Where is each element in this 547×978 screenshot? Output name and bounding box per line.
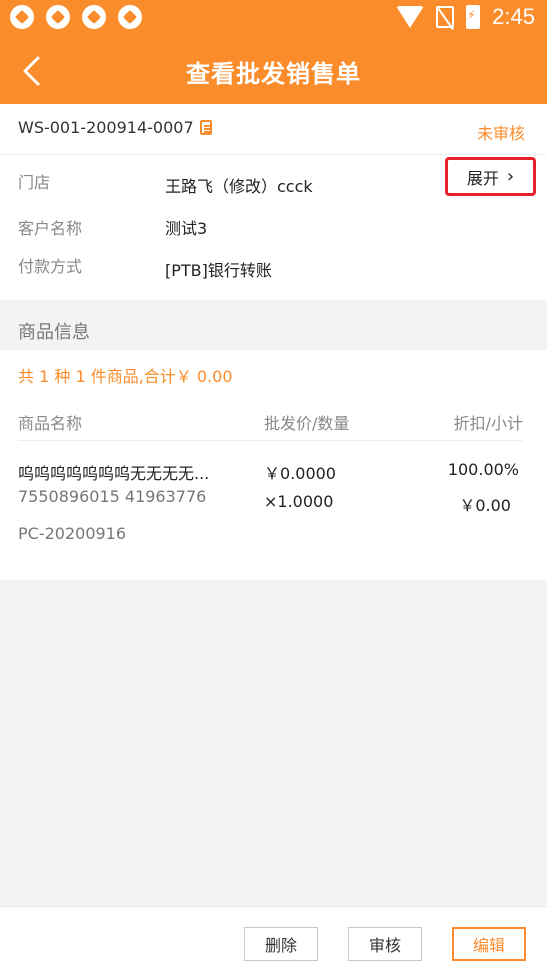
payment-row: 付款方式 [PTB]银行转账: [18, 253, 529, 283]
chevron-right-icon: ›: [506, 166, 515, 187]
edit-button[interactable]: 编辑: [452, 927, 526, 961]
copy-document-icon[interactable]: [199, 120, 212, 135]
customer-value: 测试3: [165, 219, 208, 238]
goods-summary: 共 1 种 1 件商品,合计￥ 0.00: [18, 367, 233, 386]
app-notification-icon: [82, 5, 106, 29]
customer-label: 客户名称: [18, 219, 83, 238]
payment-label: 付款方式: [18, 257, 83, 276]
status-badge: 未审核: [476, 124, 525, 143]
no-signal-icon: [436, 6, 455, 28]
notification-icons: [10, 5, 142, 29]
customer-row: 客户名称 测试3: [18, 215, 529, 245]
column-header-price: 批发价/数量: [264, 414, 350, 433]
order-number: WS-001-200914-0007: [18, 118, 212, 137]
payment-value: [PTB]银行转账: [165, 261, 272, 280]
item-batch: PC-20200916: [18, 524, 127, 543]
delete-button[interactable]: 删除: [244, 927, 318, 961]
goods-section-header: 商品信息: [0, 300, 547, 350]
expand-label: 展开: [466, 168, 499, 188]
page-title: 查看批发销售单: [186, 60, 361, 88]
item-price: ￥0.0000: [264, 464, 336, 483]
app-notification-icon: [10, 5, 34, 29]
section-title: 商品信息: [18, 322, 90, 343]
goods-card: 共 1 种 1 件商品,合计￥ 0.00 商品名称 批发价/数量 折扣/小计 呜…: [0, 350, 547, 580]
item-subtotal: ￥0.00: [459, 496, 511, 515]
divider: [0, 154, 547, 155]
expand-button[interactable]: 展开 ›: [445, 157, 536, 196]
message-notification-icon: [46, 5, 70, 29]
divider: [18, 440, 523, 441]
bottom-action-bar: 删除 审核 编辑: [0, 906, 547, 978]
app-notification-icon: [118, 5, 142, 29]
item-name[interactable]: 呜呜呜呜呜呜呜无无无无...: [18, 460, 209, 484]
item-barcode: 7550896015 41963776: [18, 487, 207, 506]
store-value: 王路飞（修改）ccck: [165, 177, 313, 196]
order-number-text: WS-001-200914-0007: [18, 118, 194, 137]
column-header-discount: 折扣/小计: [453, 414, 523, 433]
title-bar: 查看批发销售单: [0, 38, 547, 104]
item-qty: ×1.0000: [264, 492, 334, 511]
store-label: 门店: [18, 173, 51, 192]
battery-charging-icon: [466, 5, 481, 29]
column-header-name: 商品名称: [18, 414, 83, 433]
item-discount: 100.00%: [447, 460, 519, 479]
audit-button[interactable]: 审核: [348, 927, 422, 961]
wifi-icon: [396, 6, 425, 28]
status-bar: 2:45: [0, 0, 547, 38]
clock: 2:45: [492, 4, 535, 29]
